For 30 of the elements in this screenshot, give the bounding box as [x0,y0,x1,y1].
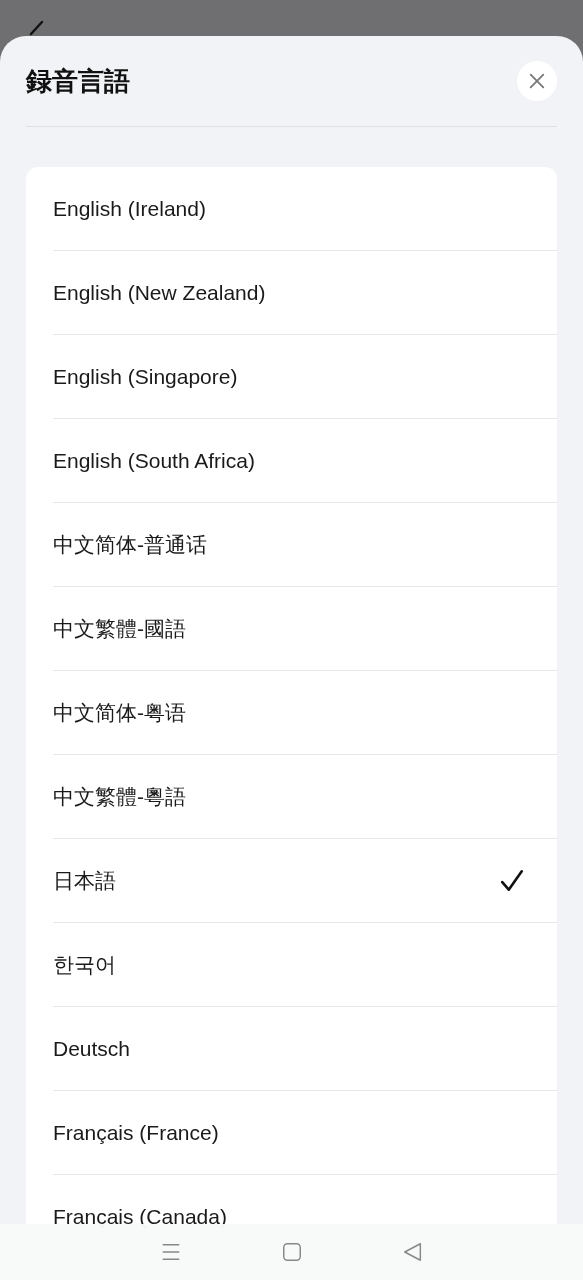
language-label: English (Singapore) [53,364,238,389]
sheet-title: 録音言語 [26,64,130,98]
language-label: 日本語 [53,867,116,894]
close-icon [528,72,546,90]
language-option[interactable]: 한국어 [53,923,557,1007]
language-label: 中文繁體-國語 [53,615,186,642]
language-option[interactable]: 中文简体-普通话 [53,503,557,587]
language-label: 한국어 [53,951,116,978]
home-icon[interactable] [280,1241,303,1263]
language-label: Français (France) [53,1120,219,1145]
language-option[interactable]: Deutsch [53,1007,557,1091]
language-label: English (New Zealand) [53,280,266,305]
language-label: 中文简体-粤语 [53,699,186,726]
language-option[interactable]: English (Ireland) [53,167,557,251]
language-option[interactable]: 日本語 [53,839,557,923]
close-button[interactable] [517,61,557,101]
language-option[interactable]: Français (France) [53,1091,557,1175]
language-label: English (South Africa) [53,448,255,473]
language-option[interactable]: English (Singapore) [53,335,557,419]
language-label: 中文繁體-粵語 [53,783,186,810]
language-label: English (Ireland) [53,196,206,221]
language-option[interactable]: 中文繁體-粵語 [53,755,557,839]
language-option[interactable]: 中文简体-粤语 [53,671,557,755]
language-option[interactable]: English (South Africa) [53,419,557,503]
language-label: Deutsch [53,1036,131,1061]
back-icon[interactable] [401,1241,424,1263]
language-option[interactable]: 中文繁體-國語 [53,587,557,671]
language-option[interactable]: English (New Zealand) [53,251,557,335]
language-label: 中文简体-普通话 [53,531,207,558]
language-label: Français (Canada) [53,1205,227,1229]
